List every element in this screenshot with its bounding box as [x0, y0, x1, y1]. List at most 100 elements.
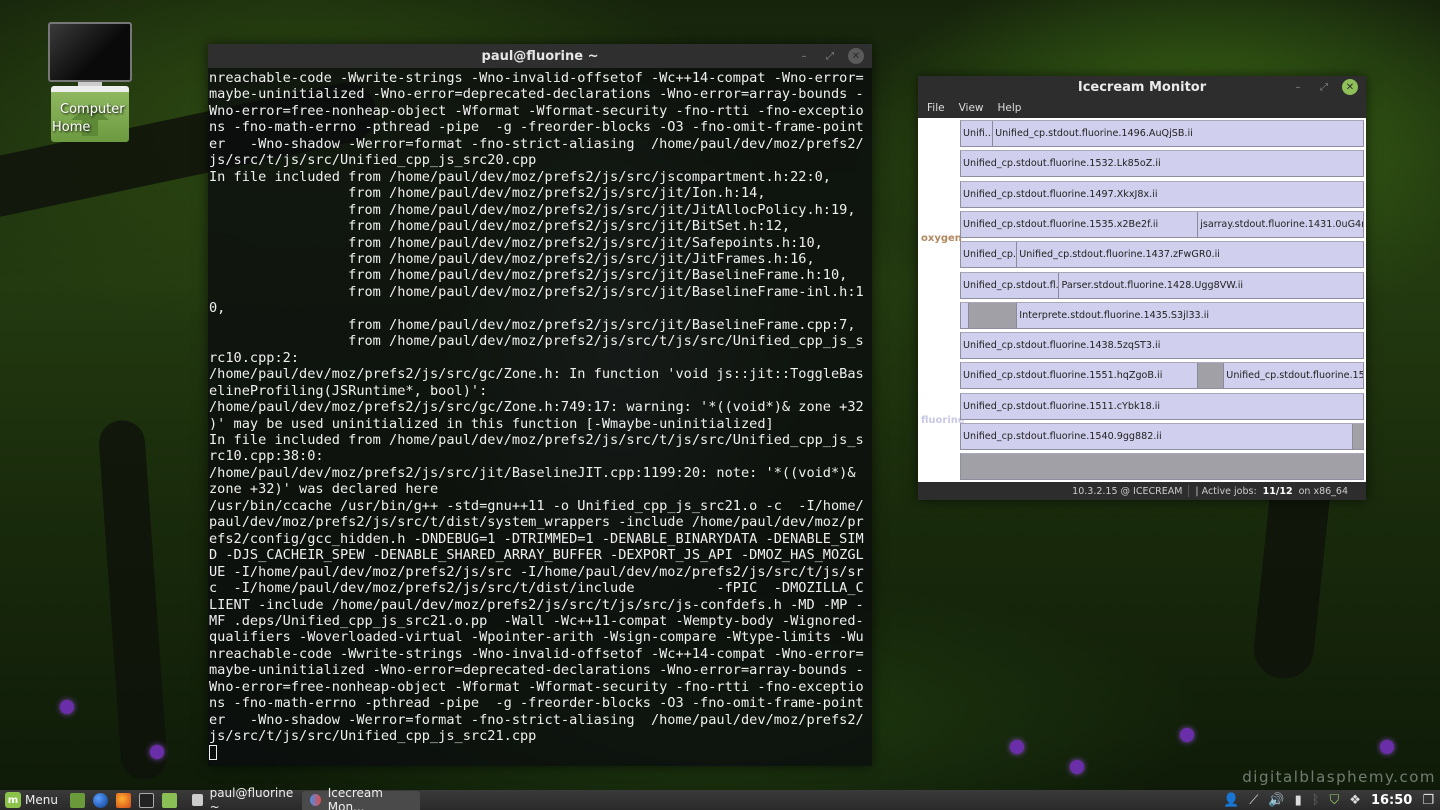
- job-block[interactable]: Unified_cp.stdout.fl...: [961, 272, 1060, 298]
- job-block[interactable]: Unified_cp.stdout.fluorine.1438.5zqST3.i…: [961, 333, 1363, 358]
- job-block[interactable]: Unified_cp.stdout.fluorine.1496.AuQjSB.i…: [993, 121, 1363, 146]
- terminal-line: )' may be used uninitialized in this fun…: [209, 415, 774, 432]
- idle-slot[interactable]: [961, 454, 1363, 480]
- job-block[interactable]: Unified_cp.stdout.fluorine.1540.9gg882.i…: [961, 424, 1353, 449]
- job-lane: Unifi... Unified_cp.stdout.fluorine.1496.…: [960, 120, 1364, 147]
- job-lane: Unified_cp.stdout.fluorine.1511.cYbk18.i…: [960, 392, 1364, 420]
- terminal-line: /home/paul/dev/moz/prefs2/js/src/gc/Zone…: [209, 399, 864, 416]
- job-lane: Unified_cp.stdout.fluorine.1535.x2Be2f.i…: [960, 210, 1364, 238]
- job-block[interactable]: Unified_cp.stdout.fluorine.150...: [1224, 363, 1363, 388]
- files-folder-icon[interactable]: [161, 792, 177, 808]
- taskbar-window-terminal[interactable]: paul@fluorine ~: [184, 786, 302, 810]
- user-icon[interactable]: 👤: [1223, 793, 1239, 808]
- terminal-titlebar[interactable]: paul@fluorine ~ – ⤢ ✕: [208, 44, 872, 68]
- quick-launch: [63, 790, 184, 810]
- job-block[interactable]: jsarray.stdout.fluorine.1431.0uG4nZ.ii: [1198, 212, 1363, 237]
- menu-help[interactable]: Help: [998, 102, 1022, 114]
- menu-button[interactable]: m Menu: [0, 790, 63, 810]
- minimize-button[interactable]: –: [796, 48, 812, 64]
- minimize-button[interactable]: –: [1290, 79, 1306, 95]
- mint-logo-icon: m: [5, 792, 21, 808]
- job-block[interactable]: Unified_cp.stdout.fluorine.1551.hqZgoB.i…: [961, 363, 1199, 389]
- terminal-line: er -Wno-shadow -Werror=format -fno-stric…: [209, 135, 864, 152]
- show-desktop-icon[interactable]: [69, 792, 85, 808]
- terminal-line: /home/paul/dev/moz/prefs2/js/src/gc/Zone…: [209, 366, 864, 383]
- icecream-titlebar[interactable]: Icecream Monitor – ⤢ ✕: [918, 76, 1366, 98]
- taskbar-window-icecream[interactable]: Icecream Mon...: [301, 786, 420, 810]
- job-block[interactable]: Parser.stdout.fluorine.1428.Ugg8VW.ii: [1059, 273, 1363, 298]
- arch-label: on x86_64: [1298, 485, 1348, 497]
- taskbar: m Menu paul@fluorine ~ Icecream Mon... 👤…: [0, 786, 1440, 810]
- icecream-monitor-window[interactable]: Icecream Monitor – ⤢ ✕ File View Help ox…: [918, 76, 1366, 500]
- job-block[interactable]: Interprete.stdout.fluorine.1435.S3jl33.i…: [1017, 303, 1363, 328]
- battery-icon[interactable]: ▮: [1295, 793, 1302, 808]
- firefox-icon[interactable]: [115, 792, 131, 808]
- idle-slot[interactable]: [969, 302, 1018, 328]
- computer-icon: [48, 22, 132, 82]
- menu-file[interactable]: File: [927, 102, 945, 114]
- terminal-cursor: [209, 744, 217, 760]
- terminal-line: qualifiers -Woverloaded-virtual -Wpointe…: [209, 629, 864, 646]
- terminal-line: maybe-uninitialized -Wno-error=deprecate…: [209, 86, 864, 103]
- close-button[interactable]: ✕: [848, 48, 864, 64]
- idle-slot[interactable]: [1198, 363, 1225, 389]
- maximize-button[interactable]: ⤢: [1316, 79, 1332, 95]
- terminal-line: rc10.cpp:38:0:: [209, 448, 324, 465]
- job-block[interactable]: Unifi...: [961, 121, 994, 146]
- job-block[interactable]: Unified_cp.stdout.fluorine.1511.cYbk18.i…: [961, 394, 1363, 419]
- update-shield-icon[interactable]: ⛉: [1330, 793, 1340, 808]
- job-view-canvas: oxygen fluorine Unifi... Unified_cp.stdou…: [918, 118, 1366, 482]
- flower-decoration: [1380, 740, 1394, 754]
- job-lane: Unified_cp... Unified_cp.stdout.fluorine.…: [960, 241, 1364, 269]
- scheduler-status: 10.3.2.15 @ ICECREAM: [1072, 485, 1183, 497]
- terminal-window[interactable]: paul@fluorine ~ – ⤢ ✕ nreachable-code -W…: [208, 44, 872, 766]
- terminal-line: nreachable-code -Wwrite-strings -Wno-inv…: [209, 70, 864, 86]
- terminal-output[interactable]: nreachable-code -Wwrite-strings -Wno-inv…: [208, 68, 872, 763]
- idle-slot[interactable]: [1352, 424, 1363, 449]
- job-block[interactable]: Unified_cp.stdout.fluorine.1532.Lk85oZ.i…: [961, 151, 1363, 176]
- status-bar: 10.3.2.15 @ ICECREAM | Active jobs: 11/1…: [918, 482, 1366, 500]
- terminal-line: paul/dev/moz/prefs2/js/src/t/dist/system…: [209, 514, 864, 531]
- terminal-line: MF .deps/Unified_cpp_js_src21.o.pp -Wall…: [209, 612, 864, 629]
- job-lane: Interprete.stdout.fluorine.1435.S3jl33.i…: [960, 301, 1364, 329]
- terminal-icon[interactable]: [138, 792, 154, 808]
- terminal-line: from /home/paul/dev/moz/prefs2/js/src/ji…: [209, 250, 815, 267]
- close-button[interactable]: ✕: [1342, 79, 1358, 95]
- active-jobs-label: | Active jobs:: [1195, 485, 1257, 497]
- terminal-line: from /home/paul/dev/moz/prefs2/js/src/ji…: [209, 218, 791, 235]
- desktop-label-home[interactable]: Home: [52, 120, 90, 135]
- job-block[interactable]: [961, 302, 970, 328]
- terminal-line: D -DJS_CACHEIR_SPEW -DENABLE_SHARED_ARRA…: [209, 547, 864, 564]
- job-lane: Unified_cp.stdout.fluorine.1540.9gg882.i…: [960, 423, 1364, 450]
- menu-label: Menu: [25, 793, 58, 807]
- job-block[interactable]: Unified_cp.stdout.fluorine.1437.zFwGR0.i…: [1017, 242, 1363, 267]
- clock[interactable]: 16:50: [1371, 793, 1412, 808]
- flower-decoration: [60, 700, 74, 714]
- terminal-line: ns -fno-math-errno -pthread -pipe -g -fr…: [209, 119, 864, 136]
- terminal-line: rc10.cpp:2:: [209, 349, 300, 366]
- terminal-line: maybe-uninitialized -Wno-error=deprecate…: [209, 662, 864, 679]
- job-lane: Unified_cp.stdout.fl... Parser.stdout.flu…: [960, 271, 1364, 299]
- terminal-line: from /home/paul/dev/moz/prefs2/js/src/ji…: [209, 234, 823, 251]
- bluetooth-icon[interactable]: ᛒ: [1312, 793, 1320, 808]
- terminal-line: from /home/paul/dev/moz/prefs2/js/src/ji…: [209, 185, 766, 202]
- job-block[interactable]: Unified_cp.stdout.fluorine.1497.XkxJ8x.i…: [961, 182, 1363, 207]
- terminal-line: c -I/home/paul/dev/moz/prefs2/js/src/t/d…: [209, 580, 864, 597]
- terminal-line: In file included from /home/paul/dev/moz…: [209, 431, 864, 448]
- network-icon[interactable]: ⟋: [1249, 793, 1258, 808]
- browser-globe-icon[interactable]: [92, 792, 108, 808]
- volume-icon[interactable]: 🔊: [1268, 793, 1284, 808]
- workspace-switcher-icon[interactable]: ❐: [1422, 793, 1434, 808]
- tree-trunk-decoration: [97, 418, 169, 782]
- terminal-line: from /home/paul/dev/moz/prefs2/js/src/t/…: [209, 333, 864, 350]
- maximize-button[interactable]: ⤢: [822, 48, 838, 64]
- desktop-icon-computer-home[interactable]: Computer Home: [48, 22, 132, 142]
- job-block[interactable]: Unified_cp...: [961, 242, 1018, 268]
- job-block[interactable]: Unified_cp.stdout.fluorine.1535.x2Be2f.i…: [961, 211, 1199, 237]
- flower-decoration: [150, 745, 164, 759]
- icecream-title: Icecream Monitor: [1077, 79, 1207, 95]
- dropbox-icon[interactable]: ❖: [1349, 793, 1361, 808]
- job-lane: Unified_cp.stdout.fluorine.1438.5zqST3.i…: [960, 332, 1364, 360]
- desktop-label-computer[interactable]: Computer: [60, 102, 125, 117]
- menu-view[interactable]: View: [959, 102, 984, 114]
